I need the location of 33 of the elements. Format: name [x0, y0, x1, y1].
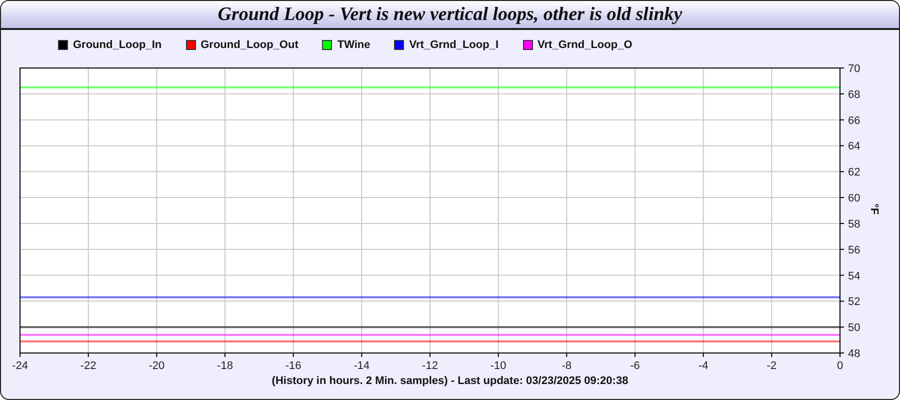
- x-tick-label: -12: [422, 360, 438, 372]
- y-tick-label: 54: [848, 270, 860, 282]
- x-tick-label: -10: [490, 360, 506, 372]
- y-tick-label: 68: [848, 88, 860, 101]
- x-tick-label: -16: [285, 360, 302, 372]
- x-tick-label: -4: [698, 360, 708, 372]
- y-tick-label: 48: [848, 348, 860, 360]
- x-tick-label: -6: [630, 360, 640, 372]
- legend-label: Ground_Loop_Out: [200, 38, 298, 50]
- y-tick-label: 56: [848, 244, 860, 256]
- x-tick-label: -22: [80, 360, 96, 372]
- x-tick-label: -20: [148, 360, 165, 372]
- legend-label: Vrt_Grnd_Loop_I: [409, 38, 499, 50]
- y-tick-label: 52: [848, 296, 860, 308]
- y-tick-label: 66: [848, 114, 860, 127]
- x-tick-label: -18: [217, 360, 233, 372]
- y-tick-label: 70: [848, 63, 860, 75]
- y-tick-label: 64: [848, 140, 860, 153]
- legend-label: TWine: [337, 38, 370, 50]
- x-tick-label: -14: [354, 360, 370, 372]
- x-tick-label: -24: [12, 360, 28, 372]
- chart-title: Ground Loop - Vert is new vertical loops, other is old slinky: [1, 1, 899, 30]
- y-tick-label: 50: [848, 322, 860, 334]
- x-tick-label: -8: [562, 360, 572, 372]
- x-tick-label: -2: [766, 360, 777, 372]
- y-tick-label: 60: [848, 192, 860, 205]
- y-tick-label: 58: [848, 218, 860, 230]
- y-axis-label: °F: [868, 203, 880, 215]
- legend-label: Vrt_Grnd_Loop_O: [538, 38, 632, 50]
- x-tick-label: 0: [836, 360, 844, 372]
- y-tick-label: 62: [848, 166, 860, 179]
- footer-text: (History in hours. 2 Min. samples) - Last update: 03/23/2025 09:20:38: [270, 375, 630, 387]
- legend-label: Ground_Loop_In: [73, 38, 162, 50]
